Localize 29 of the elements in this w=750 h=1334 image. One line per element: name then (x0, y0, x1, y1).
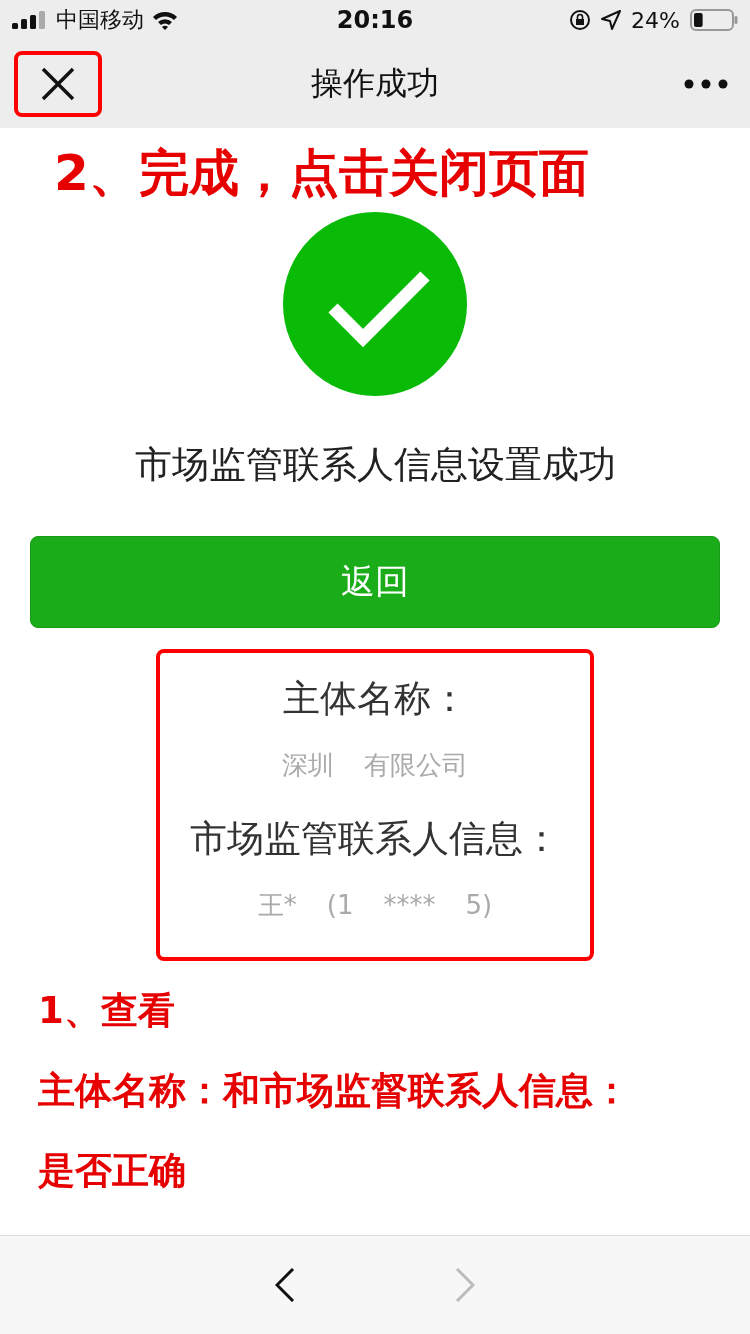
info-label: 主体名称： (282, 676, 468, 722)
carrier-name: 中国移动 (56, 6, 144, 34)
close-icon (41, 67, 75, 101)
success-message: 市场监管联系人信息设置成功 (134, 442, 616, 488)
return-button[interactable]: 返回 (30, 536, 720, 628)
annotation-text: 1、查看 (38, 988, 175, 1034)
info-value: 5) (465, 889, 493, 922)
battery-percent: 24% (631, 7, 680, 33)
location-arrow-icon (601, 10, 622, 30)
wifi-icon (152, 10, 178, 30)
page-title: 操作成功 (311, 64, 439, 102)
clock-time: 20:16 (336, 6, 414, 34)
rotation-lock-icon (569, 9, 592, 31)
info-value: 有限公司 (364, 749, 468, 782)
info-label: 市场监管联系人信息： (190, 816, 560, 862)
chevron-right-icon (455, 1268, 475, 1302)
info-value: 王* (257, 889, 297, 922)
info-value: **** (383, 889, 436, 922)
success-check-icon (283, 212, 467, 396)
annotation-text: 是否正确 (38, 1148, 186, 1194)
annotation-text: 主体名称：和市场监督联系人信息： (38, 1068, 630, 1114)
close-button[interactable] (14, 51, 102, 117)
annotation-text: 2、完成，点击关闭页面 (54, 143, 589, 204)
info-value: (1 (326, 889, 354, 922)
more-icon (684, 79, 728, 89)
info-value: 深圳 (282, 749, 334, 782)
battery-icon (690, 9, 738, 31)
chevron-left-icon (275, 1268, 295, 1302)
signal-icon (12, 11, 48, 29)
